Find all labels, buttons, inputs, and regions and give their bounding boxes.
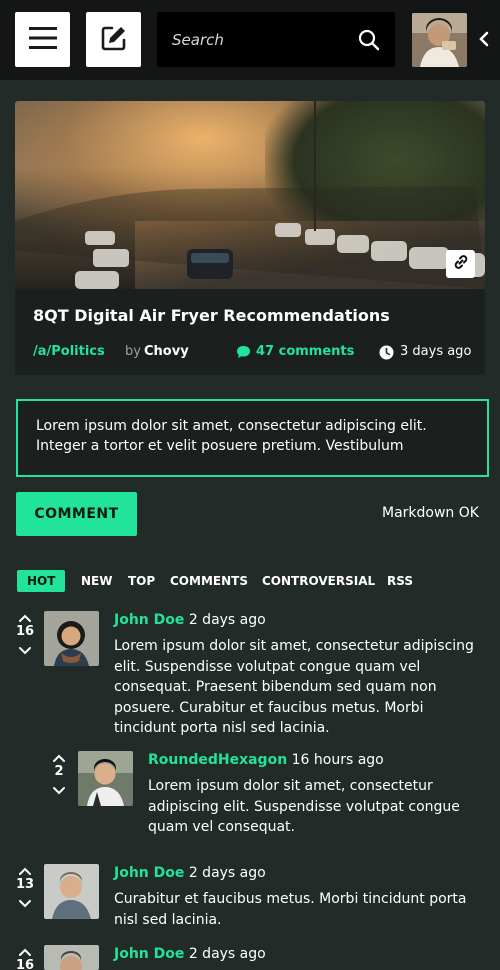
post-image[interactable] bbox=[15, 101, 485, 289]
vote-score: 2 bbox=[54, 764, 64, 779]
by-label: by bbox=[125, 344, 141, 359]
comment-body: Lorem ipsum dolor sit amet, consectetur … bbox=[114, 638, 474, 736]
upvote-icon[interactable] bbox=[13, 861, 37, 877]
comment-submit-button[interactable]: COMMENT bbox=[16, 492, 137, 536]
vote-widget: 16 bbox=[13, 942, 37, 970]
sort-tab-rss[interactable]: RSS bbox=[387, 570, 413, 592]
comment-author-link[interactable]: John Doe bbox=[114, 612, 184, 628]
comment-age: 2 days ago bbox=[188, 612, 266, 628]
upvote-icon[interactable] bbox=[13, 942, 37, 958]
vote-score: 13 bbox=[15, 877, 35, 892]
comment-textarea[interactable]: Lorem ipsum dolor sit amet, consectetur … bbox=[16, 399, 489, 477]
vote-widget: 13 bbox=[13, 861, 37, 910]
comment-header: John Doe 2 days ago bbox=[114, 946, 266, 962]
avatar[interactable] bbox=[78, 751, 133, 806]
vote-widget: 2 bbox=[47, 748, 71, 797]
comment-age: 2 days ago bbox=[188, 865, 266, 881]
avatar[interactable] bbox=[44, 945, 99, 970]
sort-tab-new[interactable]: NEW bbox=[81, 570, 112, 592]
sort-tab-top[interactable]: TOP bbox=[128, 570, 155, 592]
comment-bubble-icon bbox=[236, 345, 251, 363]
comment-age: 2 days ago bbox=[188, 946, 266, 962]
sort-tab-comments[interactable]: COMMENTS bbox=[170, 570, 248, 592]
avatar[interactable] bbox=[44, 611, 99, 666]
markdown-note: Markdown OK bbox=[382, 505, 479, 521]
comment-header: John Doe 2 days ago bbox=[114, 612, 266, 628]
vote-score: 16 bbox=[15, 958, 35, 970]
upvote-icon[interactable] bbox=[47, 748, 71, 764]
sort-tab-controversial[interactable]: CONTROVERSIAL bbox=[262, 570, 375, 592]
menu-button[interactable] bbox=[15, 12, 70, 67]
downvote-icon[interactable] bbox=[13, 641, 37, 657]
comment-body: Curabitur et faucibus metus. Morbi tinci… bbox=[114, 891, 467, 928]
comment-header: RoundedHexagon 16 hours ago bbox=[148, 752, 384, 768]
edit-icon bbox=[101, 25, 127, 55]
vote-widget: 16 bbox=[13, 608, 37, 657]
clock-icon bbox=[379, 345, 394, 364]
comment-author-link[interactable]: John Doe bbox=[114, 865, 184, 881]
search-icon[interactable] bbox=[358, 29, 380, 55]
post-title[interactable]: 8QT Digital Air Fryer Recommendations bbox=[33, 306, 390, 325]
post-card bbox=[15, 101, 485, 375]
vote-score: 16 bbox=[15, 624, 35, 639]
downvote-icon[interactable] bbox=[13, 894, 37, 910]
comment-author-link[interactable]: John Doe bbox=[114, 946, 184, 962]
post-age: 3 days ago bbox=[400, 344, 472, 359]
sort-tab-hot[interactable]: HOT bbox=[17, 570, 66, 592]
search-input[interactable] bbox=[157, 12, 347, 67]
search-bar bbox=[157, 12, 395, 67]
user-avatar[interactable] bbox=[412, 13, 467, 67]
comment-author-link[interactable]: RoundedHexagon bbox=[148, 752, 287, 768]
compose-button[interactable] bbox=[86, 12, 141, 67]
avatar[interactable] bbox=[44, 864, 99, 919]
copy-link-button[interactable] bbox=[446, 250, 475, 278]
hamburger-icon bbox=[28, 26, 57, 54]
chevron-left-icon[interactable] bbox=[478, 31, 490, 51]
comment-age: 16 hours ago bbox=[291, 752, 384, 768]
top-bar bbox=[0, 0, 500, 80]
comment-body: Lorem ipsum dolor sit amet, consectetur … bbox=[148, 778, 460, 835]
upvote-icon[interactable] bbox=[13, 608, 37, 624]
comment-textarea-text: Lorem ipsum dolor sit amet, consectetur … bbox=[36, 418, 427, 454]
link-icon bbox=[453, 254, 469, 274]
post-author-link[interactable]: Chovy bbox=[144, 344, 189, 359]
community-link[interactable]: /a/Politics bbox=[33, 344, 105, 359]
comments-count-link[interactable]: 47 comments bbox=[256, 344, 354, 359]
downvote-icon[interactable] bbox=[47, 781, 71, 797]
comment-header: John Doe 2 days ago bbox=[114, 865, 266, 881]
